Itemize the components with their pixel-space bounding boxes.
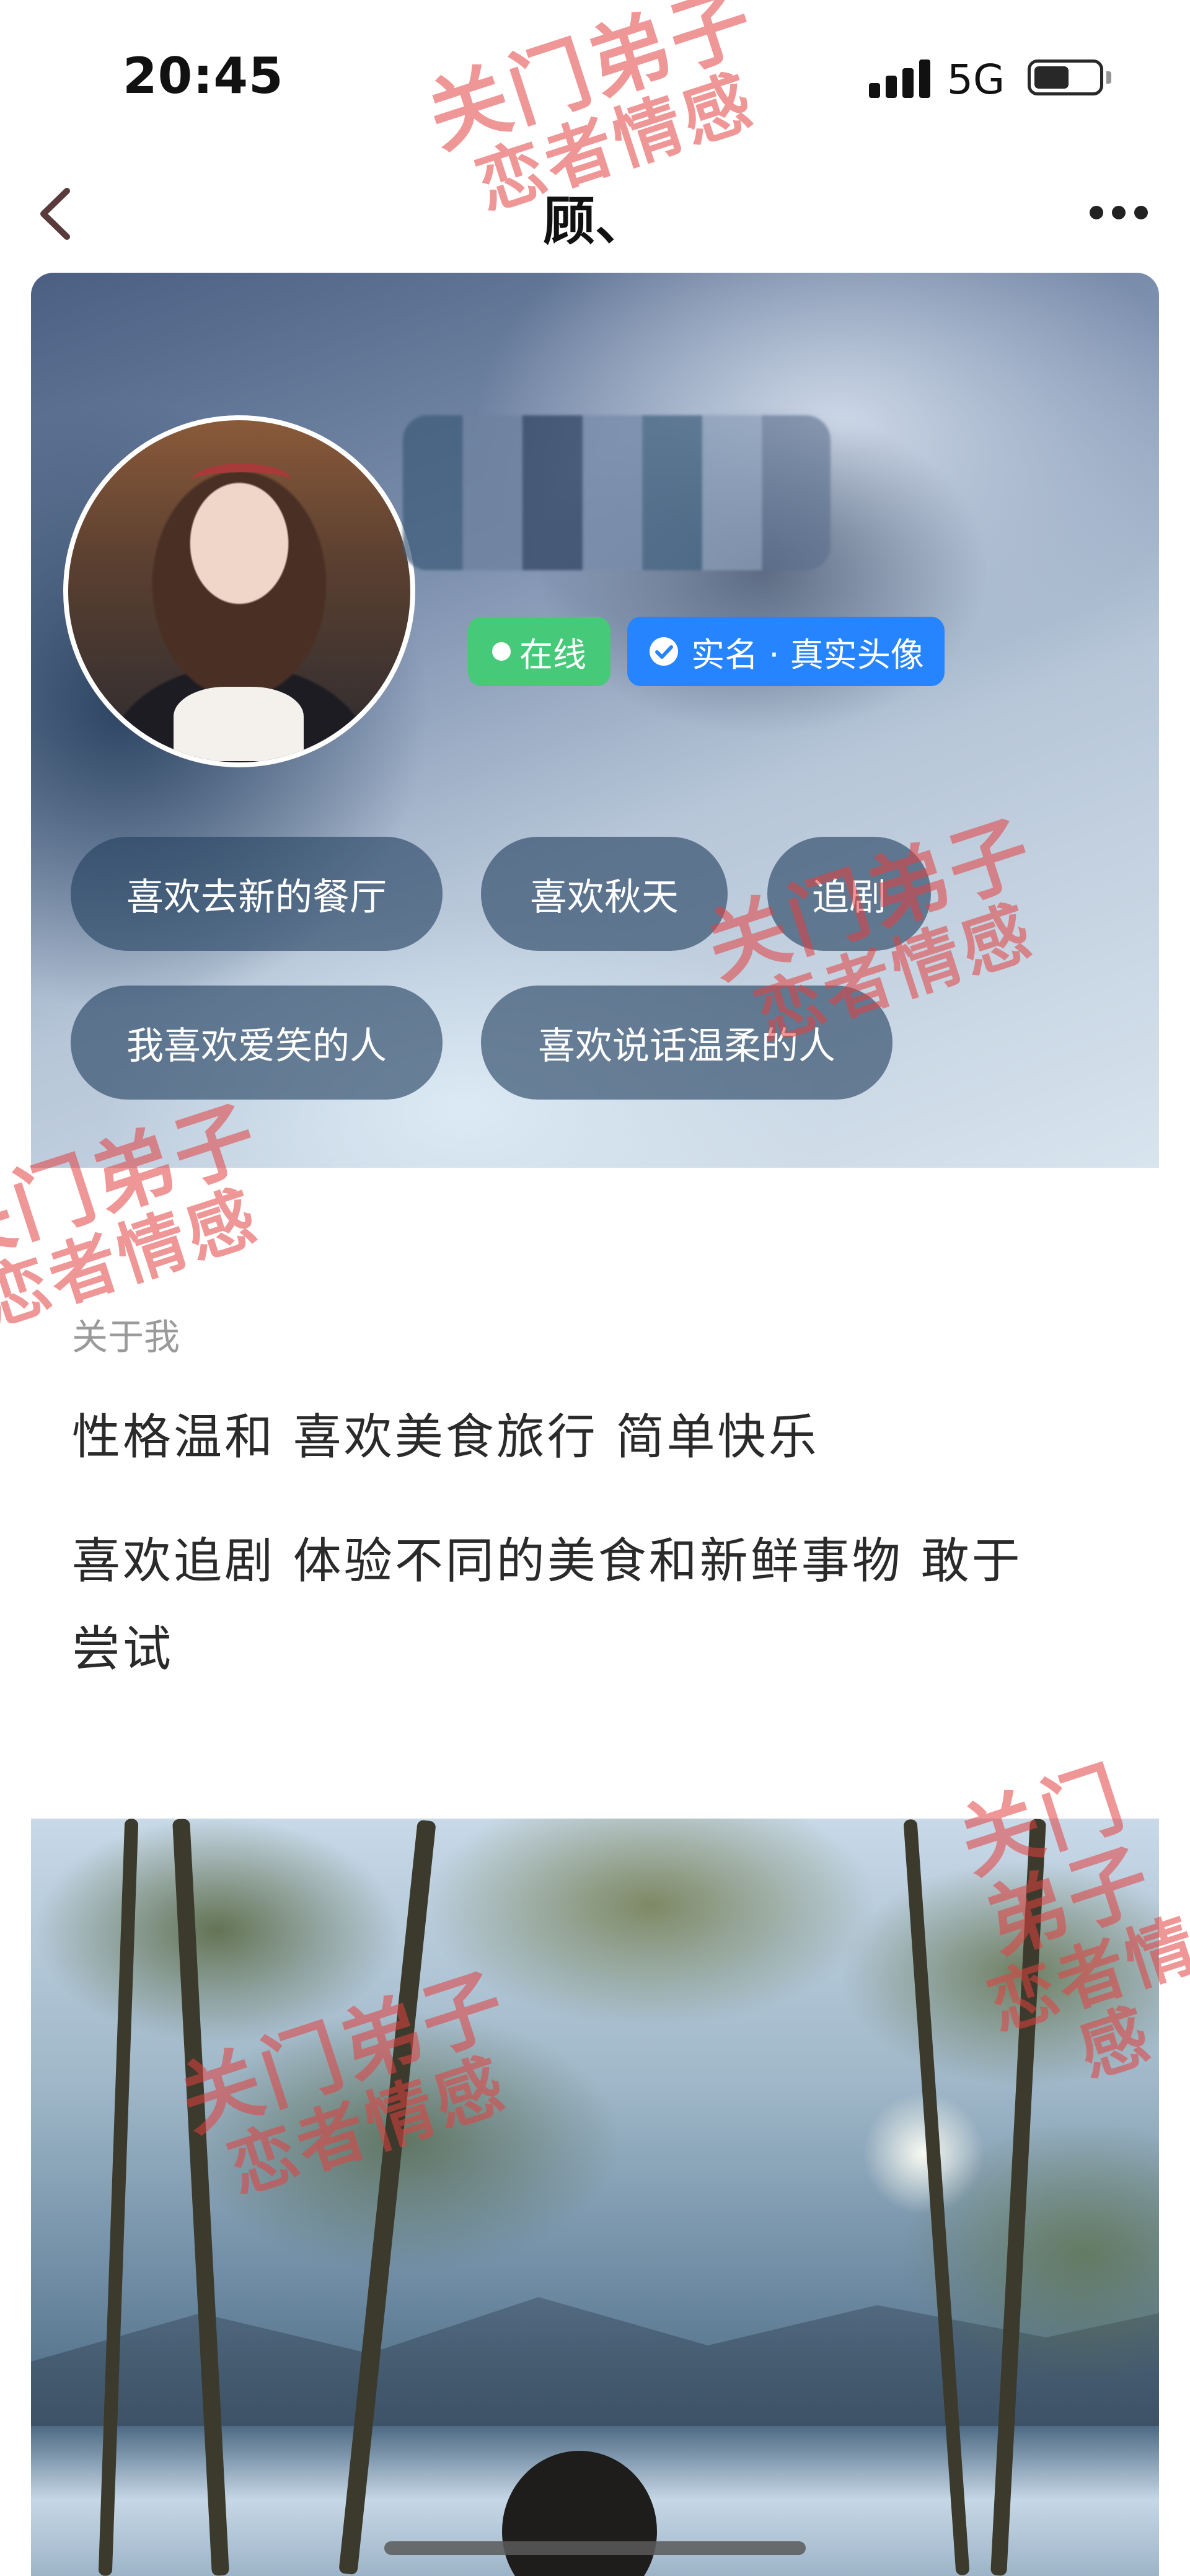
check-circle-icon [650,637,679,666]
about-line: 尝试 [72,1621,174,1677]
battery-level [1034,66,1069,89]
signal-icon [869,60,931,98]
tag-item[interactable]: 喜欢去新的餐厅 [71,837,443,951]
more-button[interactable] [1078,192,1159,236]
online-dot-icon [492,642,511,661]
chevron-left-icon [40,188,70,240]
network-type: 5G [947,56,1005,104]
name-blurred [403,415,831,570]
verified-badge-label: 实名 · 真实头像 [691,635,924,674]
about-heading: 关于我 [72,1316,180,1358]
tag-item[interactable]: 我喜欢爱笑的人 [71,986,443,1100]
about-line: 喜欢追剧 体验不同的美食和新鲜事物 敢于 [72,1533,1023,1589]
about-line: 性格温和 喜欢美食旅行 简单快乐 [72,1409,819,1465]
tag-item[interactable]: 喜欢秋天 [481,837,728,951]
online-badge: 在线 [468,617,610,686]
avatar[interactable] [63,415,415,767]
battery-icon [1028,60,1111,95]
verified-badge[interactable]: 实名 · 真实头像 [627,617,945,686]
person-silhouette [502,2451,657,2576]
status-time: 20:45 [123,47,284,105]
online-badge-label: 在线 [519,635,586,674]
profile-card: 在线 实名 · 真实头像 喜欢去新的餐厅 喜欢秋天 追剧 我喜欢爱笑的人 喜欢说… [31,273,1159,1168]
home-indicator[interactable] [384,2541,806,2555]
back-button[interactable] [25,180,93,248]
